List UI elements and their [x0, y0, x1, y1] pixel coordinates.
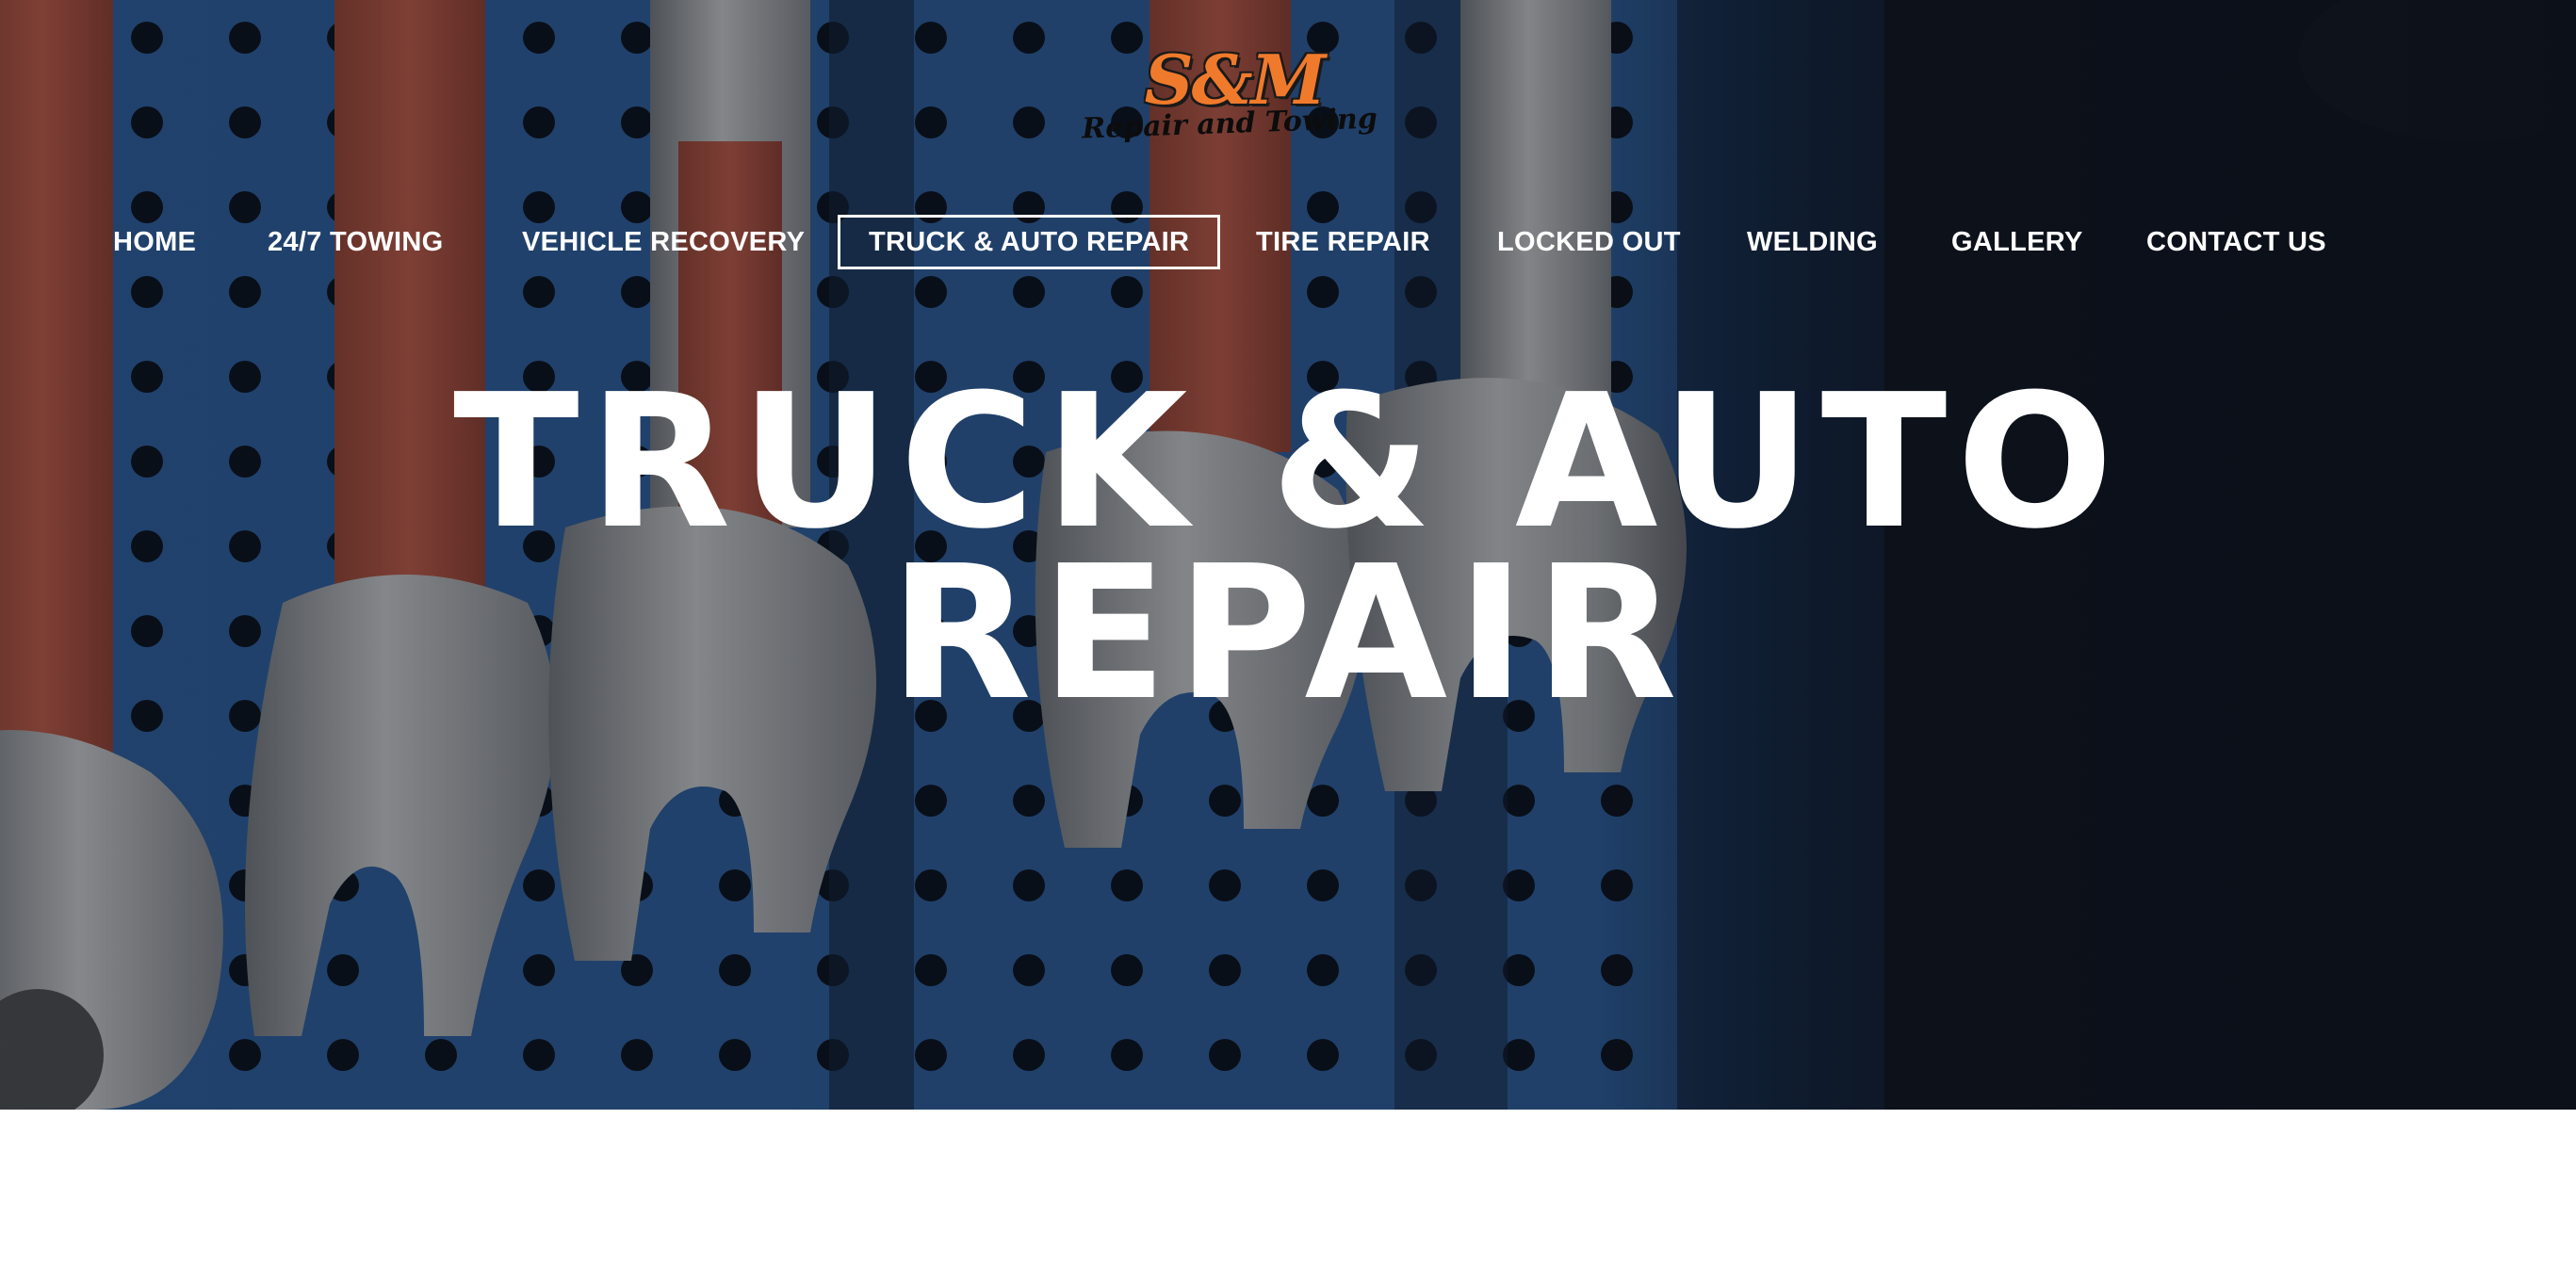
nav-tire-repair[interactable]: TIRE REPAIR — [1256, 215, 1430, 269]
nav-home[interactable]: HOME — [113, 215, 196, 269]
nav-towing[interactable]: 24/7 TOWING — [268, 215, 443, 269]
nav-contact-us[interactable]: CONTACT US — [2146, 215, 2326, 269]
page-title-line-1: TRUCK & AUTO — [452, 355, 2124, 570]
nav-welding[interactable]: WELDING — [1747, 215, 1878, 269]
page-title-line-2: REPAIR — [889, 527, 1687, 741]
site-logo[interactable]: S&M Repair and Towing — [1074, 43, 1385, 147]
main-navigation: HOME 24/7 TOWING VEHICLE RECOVERY TRUCK … — [0, 215, 2576, 273]
nav-truck-auto-repair[interactable]: TRUCK & AUTO REPAIR — [838, 215, 1220, 269]
hero-section: S&M Repair and Towing HOME 24/7 TOWING V… — [0, 0, 2576, 1110]
page-title: TRUCK & AUTO REPAIR — [0, 355, 2576, 741]
content-area — [0, 1110, 2576, 1281]
nav-vehicle-recovery[interactable]: VEHICLE RECOVERY — [522, 215, 805, 269]
nav-locked-out[interactable]: LOCKED OUT — [1497, 215, 1681, 269]
nav-gallery[interactable]: GALLERY — [1951, 215, 2083, 269]
